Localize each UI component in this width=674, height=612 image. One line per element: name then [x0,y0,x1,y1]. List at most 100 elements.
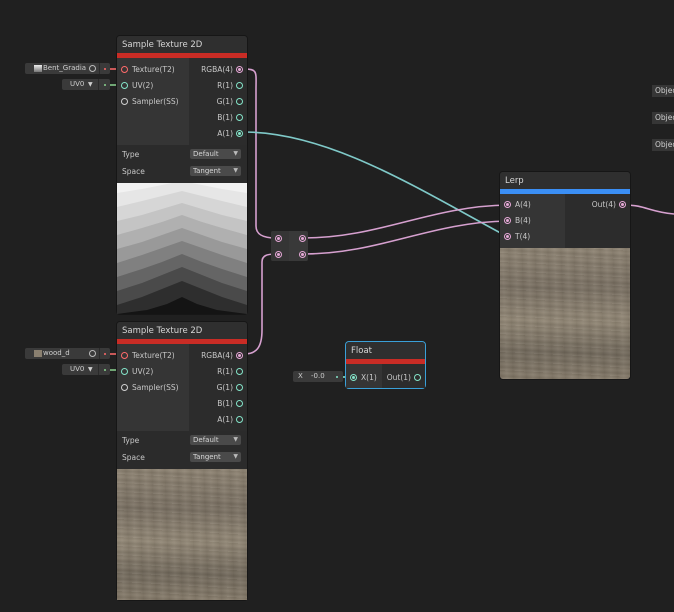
axis-label: X [298,372,303,380]
port-connector[interactable] [121,98,128,105]
port-connector[interactable] [504,217,511,224]
uv-value: UV0 [70,365,85,373]
connector-dot [104,353,106,355]
output-port-g[interactable]: G(1) [217,382,245,394]
port-connector[interactable] [121,384,128,391]
output-port-a[interactable]: A(1) [217,128,245,140]
port-connector[interactable] [121,352,128,359]
node-title[interactable]: Sample Texture 2D [117,36,247,53]
port-connector[interactable] [121,82,128,89]
uv-dropdown-2[interactable]: UV0 ▼ [62,364,110,375]
type-dropdown[interactable]: Default ▼ [190,149,241,159]
redirect-in-2[interactable] [275,251,282,258]
space-dropdown[interactable]: Tangent ▼ [190,452,241,462]
chevron-down-icon: ▼ [233,436,238,443]
input-port-uv[interactable]: UV(2) [119,366,153,378]
output-port-out[interactable]: Out(4) [592,199,628,211]
object-node-stub[interactable]: Objec [652,139,674,151]
wire-rgba-to-redirect [243,68,277,239]
port-connector[interactable] [236,352,243,359]
port-connector[interactable] [121,368,128,375]
output-port-out[interactable]: Out(1) [387,372,423,384]
wire-rgba2-to-redirect [243,253,277,355]
float-value[interactable]: -0.0 [311,371,325,382]
sample-texture-node-2[interactable]: Sample Texture 2D Texture(T2) UV(2) Samp… [117,322,247,600]
output-port-rgba[interactable]: RGBA(4) [201,64,245,76]
wood-preview [117,469,247,600]
node-settings: Type Default ▼ Space Tangent ▼ [117,431,247,469]
port-connector[interactable] [236,416,243,423]
input-port-sampler[interactable]: Sampler(SS) [119,96,179,108]
port-connector[interactable] [414,374,421,381]
node-title[interactable]: Sample Texture 2D [117,322,247,339]
texture-name: Bent_Gradia [43,64,87,72]
uv-dropdown-1[interactable]: UV0 ▼ [62,79,110,90]
port-connector[interactable] [236,114,243,121]
port-connector[interactable] [236,66,243,73]
chevron-down-icon: ▼ [233,453,238,460]
input-port-texture[interactable]: Texture(T2) [119,64,175,76]
chevron-down-icon: ▼ [88,81,93,88]
object-node-stub[interactable]: Objec [652,112,674,124]
wood-preview [500,248,630,379]
node-title[interactable]: Float [346,342,425,359]
output-port-r[interactable]: R(1) [217,366,245,378]
connector-dot [104,84,106,86]
input-port-sampler[interactable]: Sampler(SS) [119,382,179,394]
port-connector[interactable] [236,368,243,375]
redirect-node[interactable] [271,231,308,261]
chevron-down-icon: ▼ [233,167,238,174]
chevron-down-icon: ▼ [88,366,93,373]
output-port-b[interactable]: B(1) [217,112,245,124]
type-dropdown[interactable]: Default ▼ [190,435,241,445]
wire-redirect-to-lerp-b [302,220,509,255]
float-node[interactable]: Float X(1) Out(1) [346,342,425,388]
input-port-texture[interactable]: Texture(T2) [119,350,175,362]
chevron-down-icon: ▼ [233,150,238,157]
texture-name: wood_d [43,349,70,357]
port-connector[interactable] [619,201,626,208]
port-connector[interactable] [350,374,357,381]
sample-texture-node-1[interactable]: Sample Texture 2D Texture(T2) UV(2) Samp… [117,36,247,314]
uv-value: UV0 [70,80,85,88]
texture-field-1[interactable]: Bent_Gradia [25,63,110,74]
wire-lerp-out [624,204,674,215]
float-input-field[interactable]: X -0.0 [293,371,343,382]
input-port-x[interactable]: X(1) [348,372,377,384]
object-picker-icon[interactable] [89,350,96,357]
connector-dot [336,376,338,378]
output-port-b[interactable]: B(1) [217,398,245,410]
space-label: Space [122,453,145,462]
redirect-in-1[interactable] [275,235,282,242]
object-picker-icon[interactable] [89,65,96,72]
redirect-out-1[interactable] [299,235,306,242]
input-port-b[interactable]: B(4) [502,215,531,227]
input-port-a[interactable]: A(4) [502,199,531,211]
output-port-a[interactable]: A(1) [217,414,245,426]
output-port-g[interactable]: G(1) [217,96,245,108]
connector-dot [104,68,106,70]
wire-redirect-to-lerp-a [302,204,509,239]
object-node-stub[interactable]: Objec [652,85,674,97]
gradient-swatch [34,65,42,72]
space-dropdown[interactable]: Tangent ▼ [190,166,241,176]
space-label: Space [122,167,145,176]
lerp-node[interactable]: Lerp A(4) B(4) T(4) Out(4) [500,172,630,379]
redirect-out-2[interactable] [299,251,306,258]
type-label: Type [122,150,140,159]
port-connector[interactable] [236,130,243,137]
texture-field-2[interactable]: wood_d [25,348,110,359]
port-connector[interactable] [236,384,243,391]
port-connector[interactable] [504,233,511,240]
output-port-r[interactable]: R(1) [217,80,245,92]
gradient-preview [117,183,247,314]
port-connector[interactable] [121,66,128,73]
input-port-t[interactable]: T(4) [502,231,530,243]
port-connector[interactable] [236,400,243,407]
input-port-uv[interactable]: UV(2) [119,80,153,92]
output-port-rgba[interactable]: RGBA(4) [201,350,245,362]
port-connector[interactable] [236,82,243,89]
port-connector[interactable] [236,98,243,105]
node-title[interactable]: Lerp [500,172,630,189]
port-connector[interactable] [504,201,511,208]
